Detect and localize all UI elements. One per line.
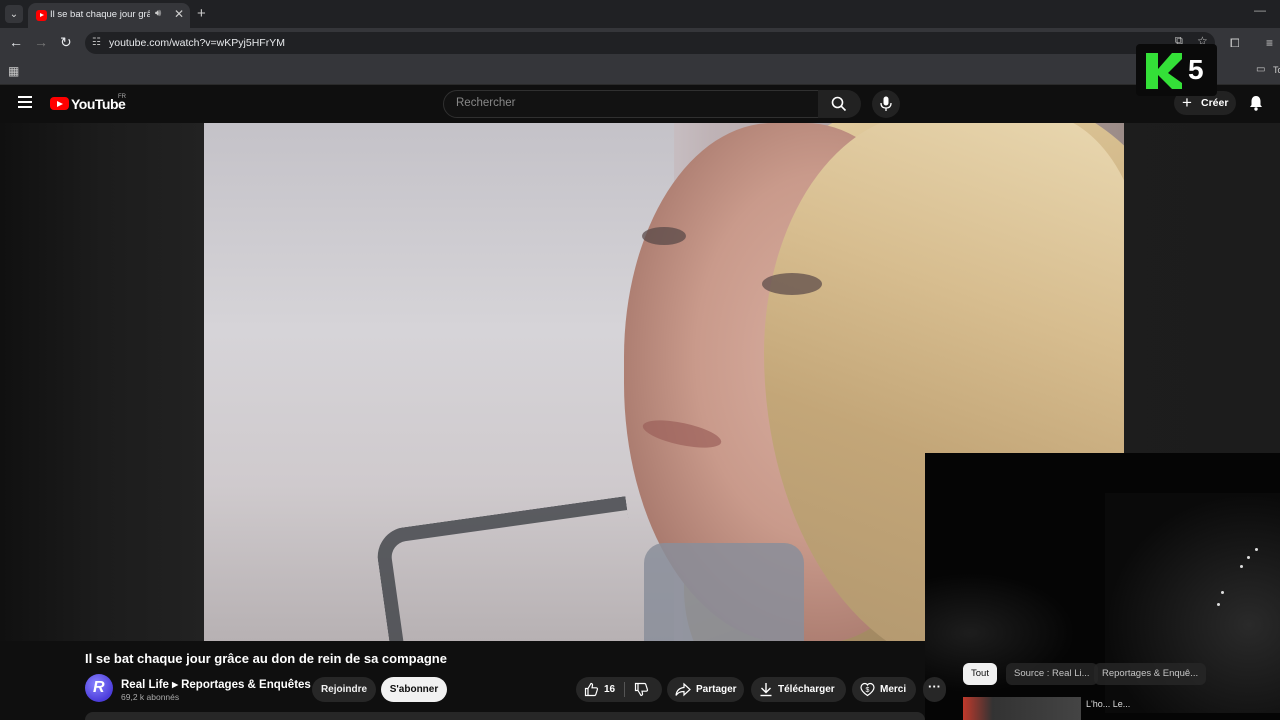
notifications-bell-icon[interactable]: [1249, 95, 1263, 111]
k5-k-logo-icon: [1146, 53, 1182, 89]
extensions-icon[interactable]: ⧠: [1230, 36, 1240, 51]
hamburger-menu-icon[interactable]: [18, 96, 32, 108]
webcam-light-dot: [1221, 591, 1224, 594]
new-tab-icon[interactable]: +: [197, 5, 206, 22]
plus-icon: +: [1182, 93, 1192, 112]
thanks-label: Merci: [880, 684, 907, 695]
video-frame-collar: [644, 543, 804, 641]
reload-icon[interactable]: ↻: [60, 34, 72, 51]
like-dislike-group: 16: [576, 677, 662, 702]
join-button[interactable]: Rejoindre: [312, 677, 376, 702]
thumbs-up-icon[interactable]: [584, 682, 599, 697]
browser-tab[interactable]: Il se bat chaque jour grâce au don de re…: [28, 3, 190, 28]
chip-channel[interactable]: Reportages & Enquê...: [1094, 663, 1207, 685]
chip-all[interactable]: Tout: [963, 663, 997, 685]
youtube-logo-icon[interactable]: [50, 97, 69, 110]
thanks-button[interactable]: $ Merci: [852, 677, 916, 702]
recommendation-thumbnail[interactable]: [963, 697, 1081, 720]
share-arrow-icon: [675, 682, 691, 697]
webcam-light-dot: [1247, 556, 1250, 559]
close-tab-icon[interactable]: ✕: [174, 7, 184, 21]
tab-search-button[interactable]: ⌄: [5, 5, 23, 23]
webcam-light-dot: [1217, 603, 1220, 606]
omnibox[interactable]: ☷ youtube.com/watch?v=wKPyj5HFrYM ⧉ ☆: [85, 32, 1215, 54]
like-count[interactable]: 16: [604, 684, 615, 695]
thumbs-down-icon[interactable]: [634, 682, 649, 697]
k5-number: 5: [1188, 54, 1204, 85]
folder-icon[interactable]: ▭: [1256, 64, 1265, 75]
minimize-window-icon[interactable]: —: [1254, 3, 1266, 17]
join-label: Rejoindre: [320, 684, 368, 695]
avatar-letter: R: [93, 679, 105, 696]
browser-menu-icon[interactable]: ≡: [1266, 36, 1273, 50]
recommendation-title[interactable]: L'ho... Le...: [1086, 699, 1130, 709]
microphone-icon: [880, 96, 892, 111]
subscribe-label: S'abonner: [389, 684, 439, 695]
forward-icon[interactable]: →: [34, 34, 48, 50]
subscribe-button[interactable]: S'abonner: [381, 677, 447, 702]
share-label: Partager: [696, 684, 737, 695]
search-button[interactable]: [818, 90, 861, 118]
subscriber-count: 69,2 k abonnés: [121, 692, 180, 702]
channel-name[interactable]: Real Life ▸ Reportages & Enquêtes: [121, 677, 311, 691]
download-button[interactable]: Télécharger: [751, 677, 846, 702]
webcam-light-dot: [1240, 565, 1243, 568]
video-frame-eye: [762, 273, 822, 295]
download-label: Télécharger: [778, 684, 835, 695]
chip-source[interactable]: Source : Real Li...: [1006, 663, 1098, 685]
like-divider: [624, 682, 625, 697]
youtube-header: YouTube FR + Créer: [0, 85, 1280, 123]
super-thanks-icon: $: [860, 682, 875, 697]
site-info-icon[interactable]: ☷: [92, 37, 101, 48]
apps-grid-icon[interactable]: ▦: [8, 64, 19, 78]
search-box: [443, 90, 819, 118]
browser-tab-bar: ⌄ Il se bat chaque jour grâce au don de …: [0, 0, 1280, 28]
share-button[interactable]: Partager: [667, 677, 744, 702]
video-frame-eye: [642, 227, 686, 245]
url-text[interactable]: youtube.com/watch?v=wKPyj5HFrYM: [109, 37, 285, 49]
address-toolbar: ← → ↻ ☷ youtube.com/watch?v=wKPyj5HFrYM …: [0, 28, 1280, 58]
bookmarks-bar: ▦ ▭ To: [0, 58, 1280, 85]
description-box[interactable]: [85, 712, 925, 720]
search-icon: [831, 96, 847, 112]
voice-search-button[interactable]: [872, 90, 900, 118]
back-icon[interactable]: ←: [9, 34, 23, 50]
svg-text:$: $: [866, 687, 870, 694]
create-label: Créer: [1201, 97, 1229, 109]
youtube-favicon-icon: [36, 10, 47, 21]
tab-title: Il se bat chaque jour grâce au don de re…: [50, 9, 150, 20]
audio-playing-icon[interactable]: 🔊︎: [155, 8, 161, 19]
more-actions-button[interactable]: ···: [923, 677, 946, 702]
bookmark-folder-label[interactable]: To: [1273, 65, 1280, 75]
country-code: FR: [118, 94, 126, 100]
video-title: Il se bat chaque jour grâce au don de re…: [85, 651, 447, 666]
search-input[interactable]: [454, 96, 808, 110]
k5-logo-overlay: 5: [1136, 44, 1217, 96]
channel-avatar[interactable]: R: [85, 674, 113, 702]
download-icon: [760, 683, 772, 697]
webcam-light-dot: [1255, 548, 1258, 551]
